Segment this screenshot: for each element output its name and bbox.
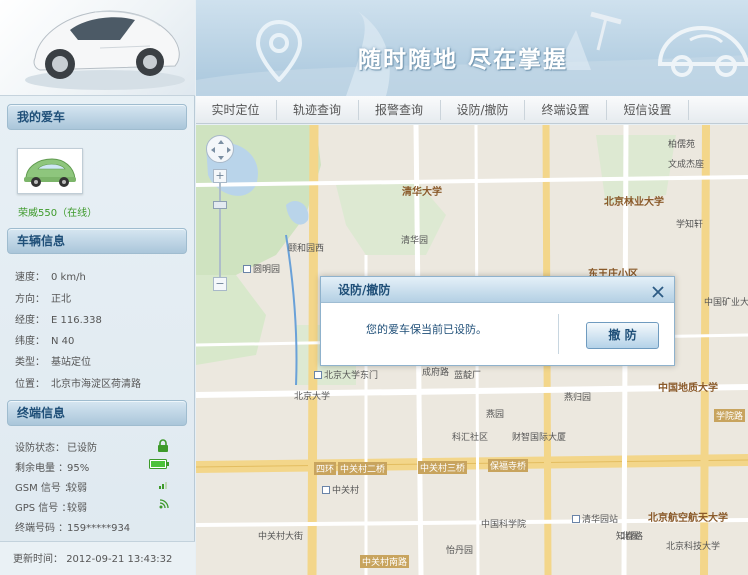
map-label: 中关村南路: [360, 555, 410, 568]
vehicle-info-title: 车辆信息: [7, 228, 187, 254]
map-label: 中关村二桥: [338, 462, 388, 475]
map-label: 保福寺桥: [488, 459, 529, 472]
main-tab-bar: 实时定位 轨迹查询 报警查询 设防/撤防 终端设置 短信设置: [196, 96, 748, 124]
map-label: 柏儒苑: [668, 140, 696, 150]
signal-icon: [159, 479, 169, 492]
tab-realtime-location[interactable]: 实时定位: [196, 96, 275, 124]
sidebar: 我的爱车 荣威550（在线） 车辆信息 速度： 0 km/h 方向： 正北 经度： E…: [0, 0, 195, 575]
map-label: 中关村大街: [258, 532, 304, 542]
update-time-bar: 更新时间： 2012-09-21 13:43:32: [0, 541, 195, 575]
map-label: 中国矿业大学: [704, 298, 748, 308]
zoom-out-button[interactable]: −: [213, 277, 227, 291]
map-label: 蓝靛厂: [454, 371, 482, 381]
map-label: 文成杰座: [668, 160, 705, 170]
map-label: 北京林业大学: [604, 197, 664, 208]
car-thumbnail[interactable]: [17, 148, 83, 194]
arm-disarm-dialog: 设防/撤防 您的爱车保当前已设防。 撤 防: [320, 276, 675, 366]
map-label: 财智国际大厦: [512, 433, 567, 443]
zoom-slider-handle[interactable]: [213, 201, 227, 209]
location-pin-icon: [255, 19, 303, 85]
close-icon[interactable]: [651, 282, 665, 298]
map-label: 清华大学: [402, 187, 442, 198]
vehicle-info-speed: 速度： 0 km/h: [15, 272, 86, 283]
map-label: 清华园站: [572, 512, 618, 525]
terminal-arm-status: 设防状态： 已设防: [15, 439, 175, 454]
zoom-in-button[interactable]: +: [213, 169, 227, 183]
map-label: 中国科学院: [481, 520, 527, 530]
map-label: 圆明园: [243, 262, 280, 275]
lock-icon: [157, 439, 169, 455]
terminal-gsm-signal: GSM 信号 ：较弱: [15, 479, 175, 494]
map-label: 中关村: [322, 483, 359, 496]
car-name-status[interactable]: 荣威550（在线）: [18, 204, 97, 219]
dialog-title: 设防/撤防: [338, 283, 391, 297]
tab-arm-disarm[interactable]: 设防/撤防: [441, 96, 524, 124]
map-label: 科汇社区: [452, 433, 489, 443]
terminal-battery: 剩余电量 ：95%: [15, 459, 175, 474]
terminal-number: 终端号码 ：159*****934: [15, 523, 131, 534]
map-label: 清华园: [401, 236, 429, 246]
map-label: 成府路: [422, 368, 450, 378]
header-slogan: 随时随地 尽在掌握: [358, 47, 569, 73]
sports-car-illustration: [25, 10, 185, 90]
header-banner: 随时随地 尽在掌握: [196, 0, 748, 96]
disarm-button[interactable]: 撤 防: [586, 322, 659, 349]
my-car-title: 我的爱车: [7, 104, 187, 130]
vehicle-info-type: 类型： 基站定位: [15, 357, 91, 368]
update-time-value: 2012-09-21 13:43:32: [66, 554, 173, 565]
dialog-divider: [558, 314, 559, 354]
satellite-icon: [159, 499, 169, 512]
zoom-slider-track[interactable]: [219, 183, 221, 279]
map-label: 燕归园: [564, 393, 592, 403]
map-label: 中关村三桥: [418, 461, 468, 474]
vehicle-info-longitude: 经度： E 116.338: [15, 315, 102, 326]
map-label: 北京科技大学: [666, 542, 721, 552]
map-label: 颐和园西: [288, 244, 325, 254]
terminal-info-title: 终端信息: [7, 400, 187, 426]
vehicle-info-direction: 方向： 正北: [15, 294, 71, 305]
map-label: 中国地质大学: [658, 383, 718, 394]
map-label: 北京大学东门: [314, 368, 378, 381]
pan-arrows-icon: [211, 140, 231, 160]
tab-sms-settings[interactable]: 短信设置: [607, 96, 688, 124]
terminal-gps-signal: GPS 信号 ：较弱: [15, 499, 175, 514]
map-label: 四环: [314, 462, 337, 475]
map-label: 北京大学: [294, 392, 331, 402]
map-label: 学院路: [714, 409, 746, 422]
map-label: 北京航空航天大学: [648, 513, 728, 524]
map-label: 北医: [621, 532, 640, 542]
map-pan-control[interactable]: [206, 135, 234, 163]
tab-terminal-settings[interactable]: 终端设置: [525, 96, 606, 124]
battery-icon: [149, 459, 169, 472]
vehicle-info-latitude: 纬度： N 40: [15, 336, 75, 347]
map-label: 燕园: [486, 410, 505, 420]
car-hero-image: [0, 0, 195, 96]
dialog-message: 您的爱车保当前已设防。: [366, 323, 487, 336]
map-label: 怡丹园: [446, 546, 474, 556]
beetle-car-icon: [24, 158, 76, 187]
tab-divider: [688, 100, 689, 120]
map-label: 学知轩: [676, 220, 704, 230]
tab-alarm-query[interactable]: 报警查询: [359, 96, 439, 124]
cartoon-car-icon: [656, 18, 748, 85]
dialog-title-bar: 设防/撤防: [321, 277, 674, 303]
tab-track-query[interactable]: 轨迹查询: [277, 96, 357, 124]
update-time-label: 更新时间：: [13, 554, 63, 565]
vehicle-info-location: 位置： 北京市海淀区荷清路: [15, 379, 141, 390]
